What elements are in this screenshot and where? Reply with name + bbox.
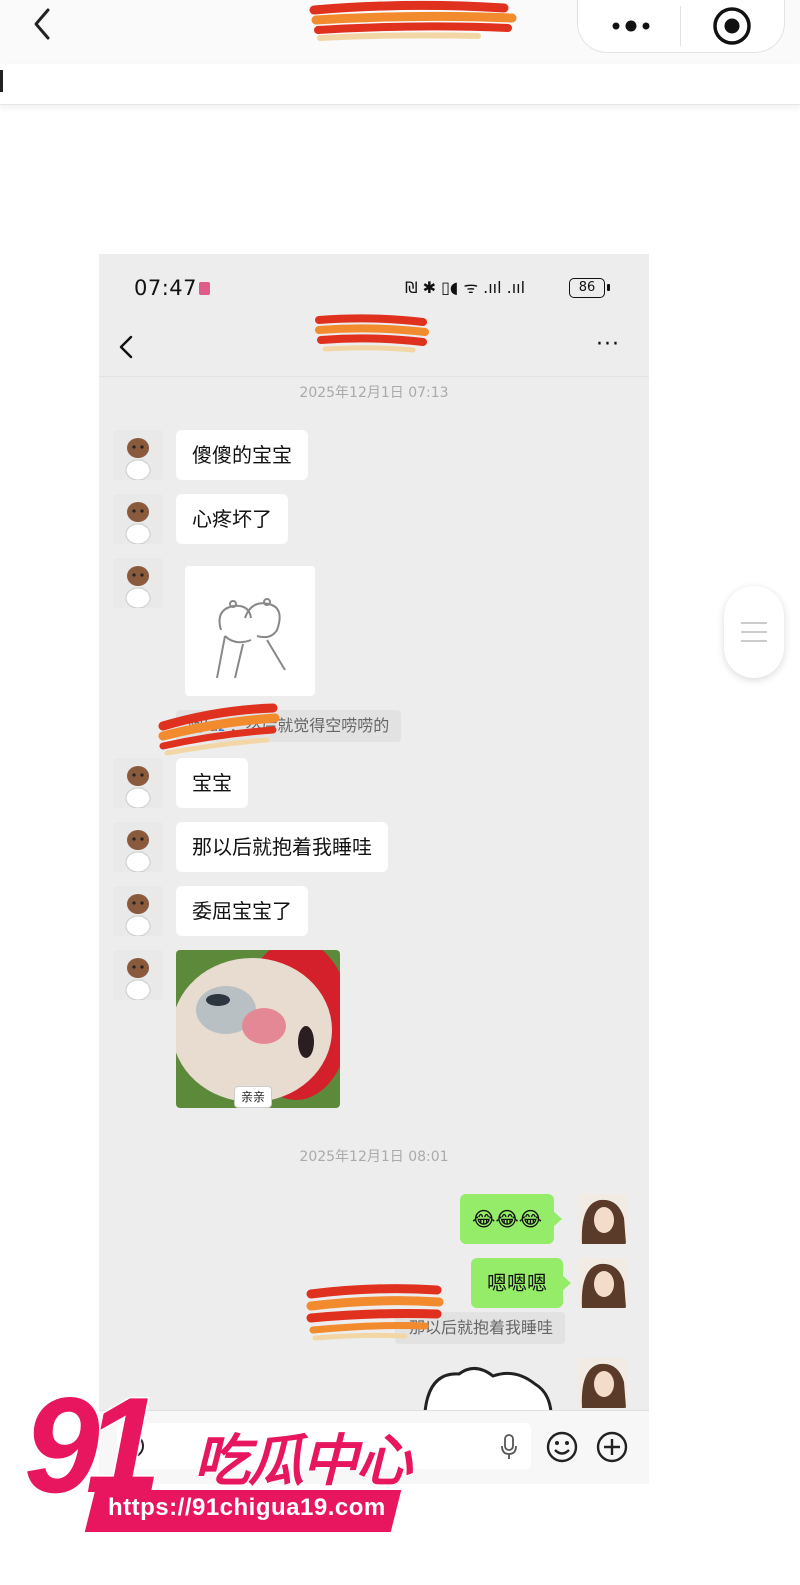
plus-icon[interactable] bbox=[595, 1430, 629, 1464]
my-avatar[interactable] bbox=[578, 1358, 628, 1408]
battery-icon: 86 bbox=[569, 278, 605, 298]
message-bubble[interactable]: 心疼坏了 bbox=[176, 494, 288, 544]
message-bubble[interactable]: 傻傻的宝宝 bbox=[176, 430, 308, 480]
message-bubble[interactable]: 宝宝 bbox=[176, 758, 248, 808]
capsule-divider bbox=[680, 6, 681, 46]
my-message-bubble[interactable]: 嗯嗯嗯 bbox=[471, 1258, 571, 1308]
status-icons: ₪ ✱ ▯◖ ᯤ .ııl .ııl bbox=[405, 278, 526, 297]
watermark-number: 91 bbox=[24, 1384, 170, 1504]
contact-avatar[interactable] bbox=[113, 430, 163, 480]
watermark-logo: 91 吃瓜中心 https://91chigua19.com bbox=[24, 1384, 414, 1534]
status-time: 07:47 bbox=[134, 276, 198, 300]
battery-tip bbox=[607, 284, 610, 291]
outer-sub-bar bbox=[0, 64, 800, 105]
notification-icon bbox=[199, 282, 210, 295]
contact-avatar[interactable] bbox=[113, 558, 163, 608]
status-bar: 07:47 ₪ ✱ ▯◖ ᯤ .ııl .ııl 86 bbox=[99, 254, 649, 320]
chat-more-button[interactable]: ··· bbox=[596, 332, 620, 357]
outer-top-bar bbox=[0, 0, 800, 64]
watermark-url: https://91chigua19.com bbox=[108, 1494, 386, 1521]
redaction-scribble bbox=[315, 314, 429, 353]
sticker-caption: 亲亲 bbox=[234, 1086, 273, 1108]
kiss-cat-sticker[interactable]: 亲亲 bbox=[176, 950, 340, 1108]
contact-avatar[interactable] bbox=[113, 822, 163, 872]
my-avatar[interactable] bbox=[578, 1194, 628, 1244]
timestamp: 2025年12月1日 07:13 bbox=[299, 385, 449, 401]
redaction-scribble bbox=[158, 703, 280, 756]
more-options-icon[interactable] bbox=[606, 16, 656, 36]
contact-avatar[interactable] bbox=[113, 886, 163, 936]
my-message-bubble[interactable]: 😂😂😂 bbox=[460, 1194, 563, 1244]
my-avatar[interactable] bbox=[578, 1258, 628, 1308]
close-miniprogram-icon[interactable] bbox=[710, 4, 754, 48]
back-arrow-icon[interactable] bbox=[24, 4, 64, 44]
handle-line bbox=[741, 640, 767, 642]
contact-avatar[interactable] bbox=[113, 950, 163, 1000]
redaction-scribble bbox=[306, 1284, 444, 1341]
timestamp: 2025年12月1日 08:01 bbox=[299, 1149, 449, 1165]
hug-sticker[interactable] bbox=[185, 566, 315, 696]
message-bubble[interactable]: 委屈宝宝了 bbox=[176, 886, 308, 936]
handle-line bbox=[741, 622, 767, 624]
watermark-brand: 吃瓜中心 bbox=[193, 1428, 413, 1495]
contact-avatar[interactable] bbox=[113, 758, 163, 808]
watermark-number-text: 91 bbox=[24, 1384, 155, 1504]
chat-header: ··· bbox=[99, 314, 649, 377]
mic-icon[interactable] bbox=[499, 1433, 519, 1461]
partial-sticker[interactable] bbox=[419, 1362, 569, 1412]
message-bubble[interactable]: 那以后就抱着我睡哇 bbox=[176, 822, 388, 872]
redaction-scribble bbox=[309, 0, 517, 41]
emoji-icon[interactable] bbox=[545, 1430, 579, 1464]
side-scroll-handle[interactable] bbox=[724, 586, 784, 678]
handle-line bbox=[741, 631, 767, 633]
edge-marker bbox=[0, 70, 3, 92]
chat-screenshot: 07:47 ₪ ✱ ▯◖ ᯤ .ııl .ııl 86 ··· 2025年12月… bbox=[99, 254, 649, 1484]
contact-avatar[interactable] bbox=[113, 494, 163, 544]
back-arrow-icon[interactable] bbox=[115, 332, 137, 362]
capsule-menu bbox=[577, 0, 785, 53]
